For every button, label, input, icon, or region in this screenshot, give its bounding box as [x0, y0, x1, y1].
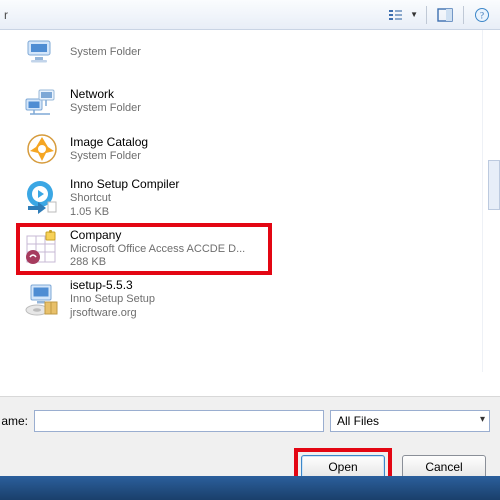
dialog-toolbar: r ▼ ? [0, 0, 500, 30]
help-button[interactable]: ? [468, 4, 496, 26]
list-item-text: Inno Setup Compiler Shortcut 1.05 KB [70, 177, 179, 220]
network-icon [22, 81, 62, 121]
item-name: Inno Setup Compiler [70, 177, 179, 192]
item-size: jrsoftware.org [70, 307, 155, 321]
item-meta: System Folder [70, 150, 148, 164]
filetype-dropdown[interactable]: All Files [330, 410, 490, 432]
toolbar-fragment-text: r [4, 8, 8, 22]
file-list[interactable]: System Folder Network System Folder [0, 30, 500, 396]
item-meta: System Folder [70, 102, 141, 116]
preview-pane-button[interactable] [431, 4, 459, 26]
item-name: isetup-5.5.3 [70, 278, 155, 293]
installer-icon [22, 279, 62, 319]
image-catalog-icon [22, 129, 62, 169]
item-name: Company [70, 228, 245, 243]
list-item[interactable]: System Folder [18, 30, 492, 76]
list-item[interactable]: Network System Folder [18, 78, 492, 124]
toolbar-right: ▼ ? [384, 4, 496, 26]
access-db-icon [22, 229, 62, 269]
filetype-selected: All Files [337, 414, 379, 428]
toolbar-separator [426, 6, 427, 24]
svg-text:?: ? [480, 10, 484, 20]
inno-compiler-icon [22, 178, 62, 218]
views-dropdown[interactable]: ▼ [384, 4, 422, 26]
taskbar-strip [0, 476, 500, 500]
list-item[interactable]: Inno Setup Compiler Shortcut 1.05 KB [18, 174, 492, 223]
item-meta: Shortcut [70, 192, 179, 206]
list-item-text: isetup-5.5.3 Inno Setup Setup jrsoftware… [70, 278, 155, 321]
list-item-text: System Folder [70, 46, 141, 60]
list-item-text: Company Microsoft Office Access ACCDE D.… [70, 228, 245, 271]
filename-row: ame: All Files [0, 397, 500, 445]
item-meta: System Folder [70, 46, 141, 60]
preview-edge [488, 160, 500, 210]
computer-icon [22, 33, 62, 73]
item-size: 1.05 KB [70, 206, 179, 220]
item-name: Network [70, 87, 141, 102]
item-meta: Microsoft Office Access ACCDE D... [70, 243, 245, 257]
help-icon: ? [474, 7, 490, 23]
preview-pane-icon [437, 8, 453, 22]
list-item[interactable]: Image Catalog System Folder [18, 126, 492, 172]
list-item-text: Image Catalog System Folder [70, 135, 148, 164]
toolbar-separator [463, 6, 464, 24]
list-item-highlighted[interactable]: Company Microsoft Office Access ACCDE D.… [18, 225, 270, 274]
item-name: Image Catalog [70, 135, 148, 150]
list-item[interactable]: isetup-5.5.3 Inno Setup Setup jrsoftware… [18, 275, 492, 324]
filename-input[interactable] [34, 410, 324, 432]
list-item-text: Network System Folder [70, 87, 141, 116]
item-size: 288 KB [70, 256, 245, 270]
item-meta: Inno Setup Setup [70, 293, 155, 307]
views-icon [388, 8, 404, 22]
filename-label: ame: [0, 414, 28, 428]
chevron-down-icon: ▼ [410, 10, 418, 19]
